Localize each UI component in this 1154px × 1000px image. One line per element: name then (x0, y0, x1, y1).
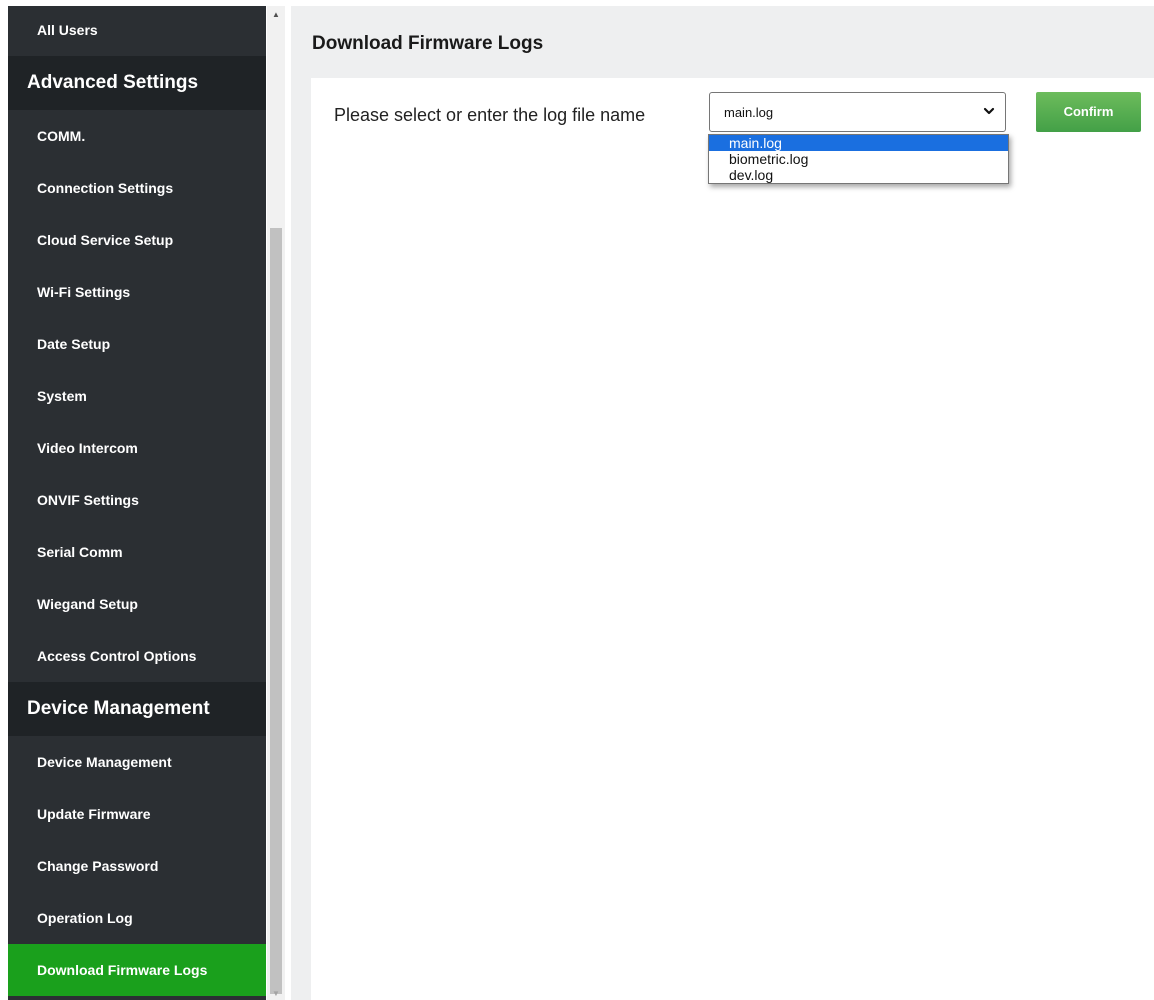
sidebar-item-cloud-service-setup[interactable]: Cloud Service Setup (8, 214, 266, 266)
scroll-down-arrow-icon[interactable]: ▼ (267, 986, 285, 1000)
sidebar-item-connection-settings[interactable]: Connection Settings (8, 162, 266, 214)
sidebar-header-advanced-settings[interactable]: Advanced Settings (8, 56, 266, 110)
dropdown-option-dev-log[interactable]: dev.log (709, 167, 1008, 183)
sidebar-item-system[interactable]: System (8, 370, 266, 422)
sidebar-item-onvif-settings[interactable]: ONVIF Settings (8, 474, 266, 526)
sidebar-item-operation-log[interactable]: Operation Log (8, 892, 266, 944)
sidebar-item-device-management[interactable]: Device Management (8, 736, 266, 788)
dropdown-option-main-log[interactable]: main.log (709, 135, 1008, 151)
sidebar: All Users Advanced Settings COMM. Connec… (8, 6, 266, 1000)
sidebar-header-device-management[interactable]: Device Management (8, 682, 266, 736)
main-content: Download Firmware Logs Please select or … (291, 6, 1154, 1000)
page-title: Download Firmware Logs (312, 33, 544, 54)
sidebar-item-comm[interactable]: COMM. (8, 110, 266, 162)
sidebar-item-all-users[interactable]: All Users (8, 6, 266, 56)
sidebar-item-download-firmware-logs[interactable]: Download Firmware Logs (8, 944, 266, 996)
log-file-name-label: Please select or enter the log file name (334, 105, 646, 125)
scrollbar-thumb[interactable] (270, 228, 282, 994)
log-file-select[interactable]: main.log (709, 92, 1006, 132)
content-panel: Please select or enter the log file name… (311, 78, 1154, 1000)
log-file-select-value: main.log (724, 104, 774, 120)
chevron-down-icon (983, 107, 995, 115)
sidebar-item-wiegand-setup[interactable]: Wiegand Setup (8, 578, 266, 630)
confirm-button[interactable]: Confirm (1036, 92, 1141, 132)
sidebar-item-date-setup[interactable]: Date Setup (8, 318, 266, 370)
sidebar-item-video-intercom[interactable]: Video Intercom (8, 422, 266, 474)
sidebar-item-change-password[interactable]: Change Password (8, 840, 266, 892)
sidebar-item-access-control-options[interactable]: Access Control Options (8, 630, 266, 682)
sidebar-scrollbar[interactable]: ▲ ▼ (267, 6, 285, 1000)
sidebar-item-serial-comm[interactable]: Serial Comm (8, 526, 266, 578)
log-file-dropdown-list: main.log biometric.log dev.log (708, 134, 1009, 184)
sidebar-item-update-firmware[interactable]: Update Firmware (8, 788, 266, 840)
scroll-up-arrow-icon[interactable]: ▲ (267, 6, 285, 22)
dropdown-option-biometric-log[interactable]: biometric.log (709, 151, 1008, 167)
sidebar-item-wifi-settings[interactable]: Wi-Fi Settings (8, 266, 266, 318)
